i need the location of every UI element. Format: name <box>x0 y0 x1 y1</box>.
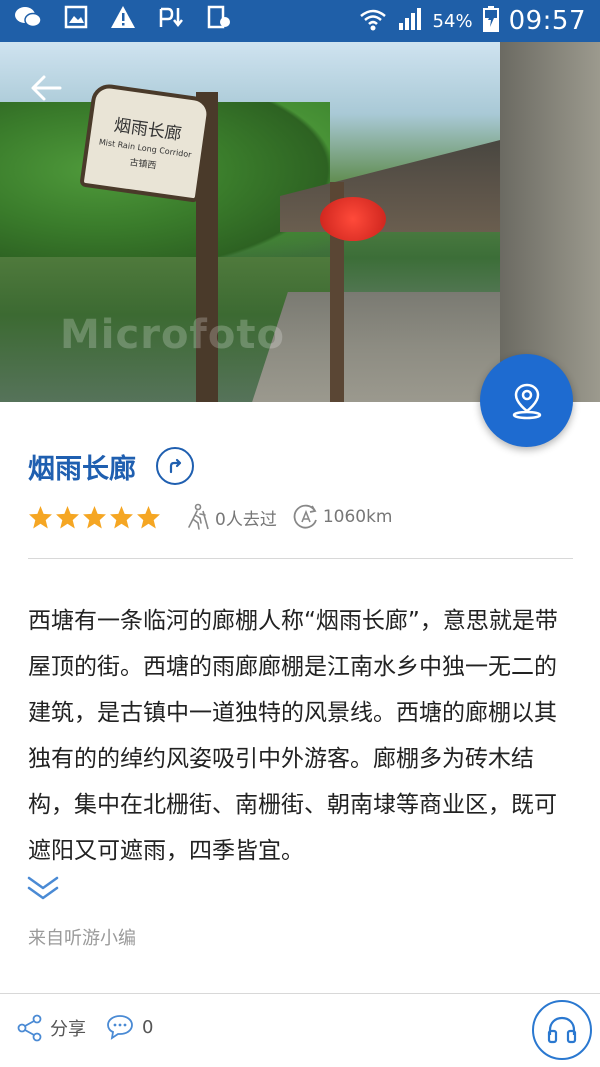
star-icon <box>83 505 106 528</box>
expand-button[interactable] <box>26 874 60 904</box>
title-row: 烟雨长廊 <box>28 444 194 488</box>
location-pin-icon <box>512 383 541 419</box>
bottom-bar: 分享 0 <box>0 994 600 1067</box>
share-label: 分享 <box>50 1019 86 1040</box>
warning-icon <box>110 5 136 38</box>
sign-chinese-text: 烟雨长廊 <box>112 115 183 145</box>
location-button[interactable] <box>480 354 573 447</box>
visited-count: 0人去过 <box>183 503 277 531</box>
headphones-icon <box>547 1016 577 1044</box>
share-icon <box>17 1014 42 1042</box>
visited-text: 0人去过 <box>215 509 277 530</box>
place-description: 西塘有一条临河的廊棚人称“烟雨长廊”，意思就是带屋顶的街。西塘的雨廊廊棚是江南水… <box>28 608 558 864</box>
download-icon <box>158 5 184 38</box>
wechat-icon <box>14 5 42 38</box>
distance-icon <box>293 504 317 529</box>
star-icon <box>29 505 52 528</box>
divider <box>28 558 573 559</box>
comment-button[interactable]: 0 <box>106 1014 153 1040</box>
distance-text: 1060km <box>322 507 393 527</box>
system-indicators: 54% 09:57 <box>359 6 586 36</box>
status-bar: 54% 09:57 <box>0 0 600 42</box>
meta-row: 0人去过 1060km <box>28 500 393 534</box>
comment-icon <box>107 1015 133 1040</box>
wifi-icon <box>359 7 387 35</box>
star-icon <box>56 505 79 528</box>
battery-icon <box>482 6 499 36</box>
rating-stars <box>28 505 161 530</box>
audio-guide-button[interactable] <box>532 1000 592 1060</box>
comment-count: 0 <box>142 1016 154 1038</box>
notification-icons <box>14 5 232 38</box>
clipboard-icon <box>206 5 232 38</box>
navigate-button[interactable] <box>156 447 194 485</box>
share-button[interactable]: 分享 <box>16 1014 86 1042</box>
distance: 1060km <box>291 503 393 531</box>
image-icon <box>64 5 88 38</box>
signal-icon <box>397 7 423 35</box>
place-title: 烟雨长廊 <box>28 453 136 485</box>
star-icon <box>137 505 160 528</box>
battery-percent: 54% <box>432 10 473 32</box>
hero-photo: 烟雨长廊 Mist Rain Long Corridor 古镇西 Microfo… <box>0 42 600 402</box>
double-chevron-down-icon <box>27 876 59 900</box>
back-button[interactable] <box>26 68 66 108</box>
photo-watermark: Microfoto <box>60 312 285 358</box>
photo-signboard: 烟雨长廊 Mist Rain Long Corridor 古镇西 <box>79 82 213 203</box>
star-icon <box>110 505 133 528</box>
sign-small-text: 古镇西 <box>128 157 157 172</box>
clock: 09:57 <box>508 6 586 36</box>
red-lantern <box>320 197 386 241</box>
arrow-left-icon <box>31 75 62 101</box>
source-credit: 来自听游小编 <box>28 928 136 949</box>
turn-right-icon <box>169 458 182 474</box>
walker-icon <box>188 503 209 530</box>
photo-building <box>500 42 600 402</box>
